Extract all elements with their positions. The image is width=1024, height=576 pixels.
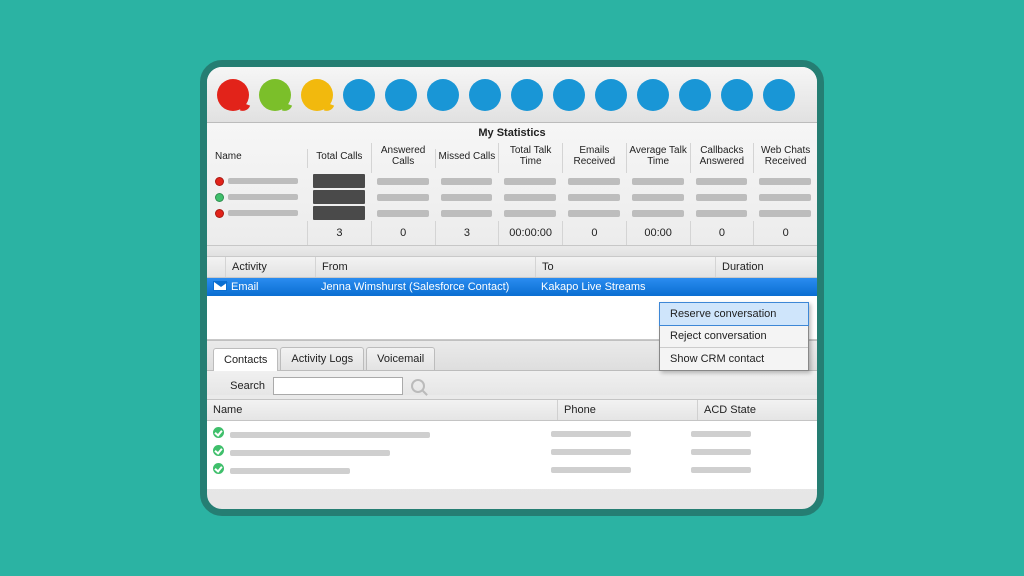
toolbar-dot-3[interactable]	[343, 79, 375, 111]
stats-total-8: 0	[753, 221, 817, 245]
context-menu-item[interactable]: Reserve conversation	[659, 302, 809, 326]
stats-header-5: Emails Received	[562, 143, 626, 173]
activity-header-4: Duration	[715, 257, 817, 277]
contact-row[interactable]	[207, 461, 817, 479]
stats-header-8: Web Chats Received	[753, 143, 817, 173]
stats-total-0	[207, 227, 307, 239]
search-input[interactable]	[273, 377, 403, 395]
stats-header-7: Callbacks Answered	[690, 143, 754, 173]
toolbar	[207, 67, 817, 123]
stats-row	[207, 189, 817, 205]
activity-row-selected[interactable]: Email Jenna Wimshurst (Salesforce Contac…	[207, 278, 817, 296]
toolbar-dot-5[interactable]	[427, 79, 459, 111]
contact-row[interactable]	[207, 425, 817, 443]
stats-header-0: Name	[207, 149, 307, 168]
toolbar-dot-4[interactable]	[385, 79, 417, 111]
tab-activity-logs[interactable]: Activity Logs	[280, 347, 364, 370]
check-icon	[213, 445, 224, 456]
contacts-header-0: Name	[207, 400, 557, 420]
activity-type: Email	[225, 278, 315, 296]
activity-header-0	[207, 257, 225, 277]
status-dot	[215, 193, 224, 202]
context-menu-item[interactable]: Reject conversation	[660, 325, 808, 348]
contacts-header-row: NamePhoneACD State	[207, 399, 817, 421]
contact-row[interactable]	[207, 443, 817, 461]
check-icon	[213, 463, 224, 474]
activity-duration	[715, 278, 817, 296]
activity-header-3: To	[535, 257, 715, 277]
check-icon	[213, 427, 224, 438]
activity-header-1: Activity	[225, 257, 315, 277]
stats-header-3: Missed Calls	[435, 149, 499, 168]
statistics-header-row: NameTotal CallsAnswered CallsMissed Call…	[207, 143, 817, 173]
stats-header-1: Total Calls	[307, 149, 371, 168]
stats-total-4: 00:00:00	[498, 221, 562, 245]
toolbar-dot-6[interactable]	[469, 79, 501, 111]
stats-total-3: 3	[435, 221, 499, 245]
stats-row	[207, 173, 817, 189]
tab-body: Search	[207, 370, 817, 395]
toolbar-dot-11[interactable]	[679, 79, 711, 111]
contacts-header-2: ACD State	[697, 400, 817, 420]
stats-total-2: 0	[371, 221, 435, 245]
status-dot	[215, 177, 224, 186]
activity-from: Jenna Wimshurst (Salesforce Contact)	[315, 278, 535, 296]
app-window: My Statistics NameTotal CallsAnswered Ca…	[200, 60, 824, 516]
stats-header-6: Average Talk Time	[626, 143, 690, 173]
search-icon[interactable]	[411, 379, 425, 393]
toolbar-dot-13[interactable]	[763, 79, 795, 111]
context-menu: Reserve conversationReject conversationS…	[659, 302, 809, 371]
toolbar-dot-0[interactable]	[217, 79, 249, 111]
context-menu-item[interactable]: Show CRM contact	[660, 348, 808, 370]
contacts-header-1: Phone	[557, 400, 697, 420]
statistics-totals-row: 30300:00:00000:0000	[207, 221, 817, 245]
mail-icon	[207, 278, 225, 296]
activity-header-2: From	[315, 257, 535, 277]
toolbar-dot-2[interactable]	[301, 79, 333, 111]
toolbar-dot-12[interactable]	[721, 79, 753, 111]
stats-total-7: 0	[690, 221, 754, 245]
stats-total-5: 0	[562, 221, 626, 245]
search-label: Search	[217, 380, 265, 392]
tab-contacts[interactable]: Contacts	[213, 348, 278, 371]
stats-row	[207, 205, 817, 221]
stats-header-4: Total Talk Time	[498, 143, 562, 173]
toolbar-dot-10[interactable]	[637, 79, 669, 111]
stats-total-1: 3	[307, 221, 371, 245]
contacts-list	[207, 421, 817, 489]
statistics-panel: My Statistics NameTotal CallsAnswered Ca…	[207, 123, 817, 246]
stats-header-2: Answered Calls	[371, 143, 435, 173]
toolbar-dot-8[interactable]	[553, 79, 585, 111]
toolbar-dot-1[interactable]	[259, 79, 291, 111]
tab-voicemail[interactable]: Voicemail	[366, 347, 435, 370]
activity-to: Kakapo Live Streams	[535, 278, 715, 296]
status-dot	[215, 209, 224, 218]
activity-header-row: ActivityFromToDuration	[207, 256, 817, 278]
stats-total-6: 00:00	[626, 221, 690, 245]
statistics-title: My Statistics	[207, 123, 817, 143]
toolbar-dot-7[interactable]	[511, 79, 543, 111]
toolbar-dot-9[interactable]	[595, 79, 627, 111]
